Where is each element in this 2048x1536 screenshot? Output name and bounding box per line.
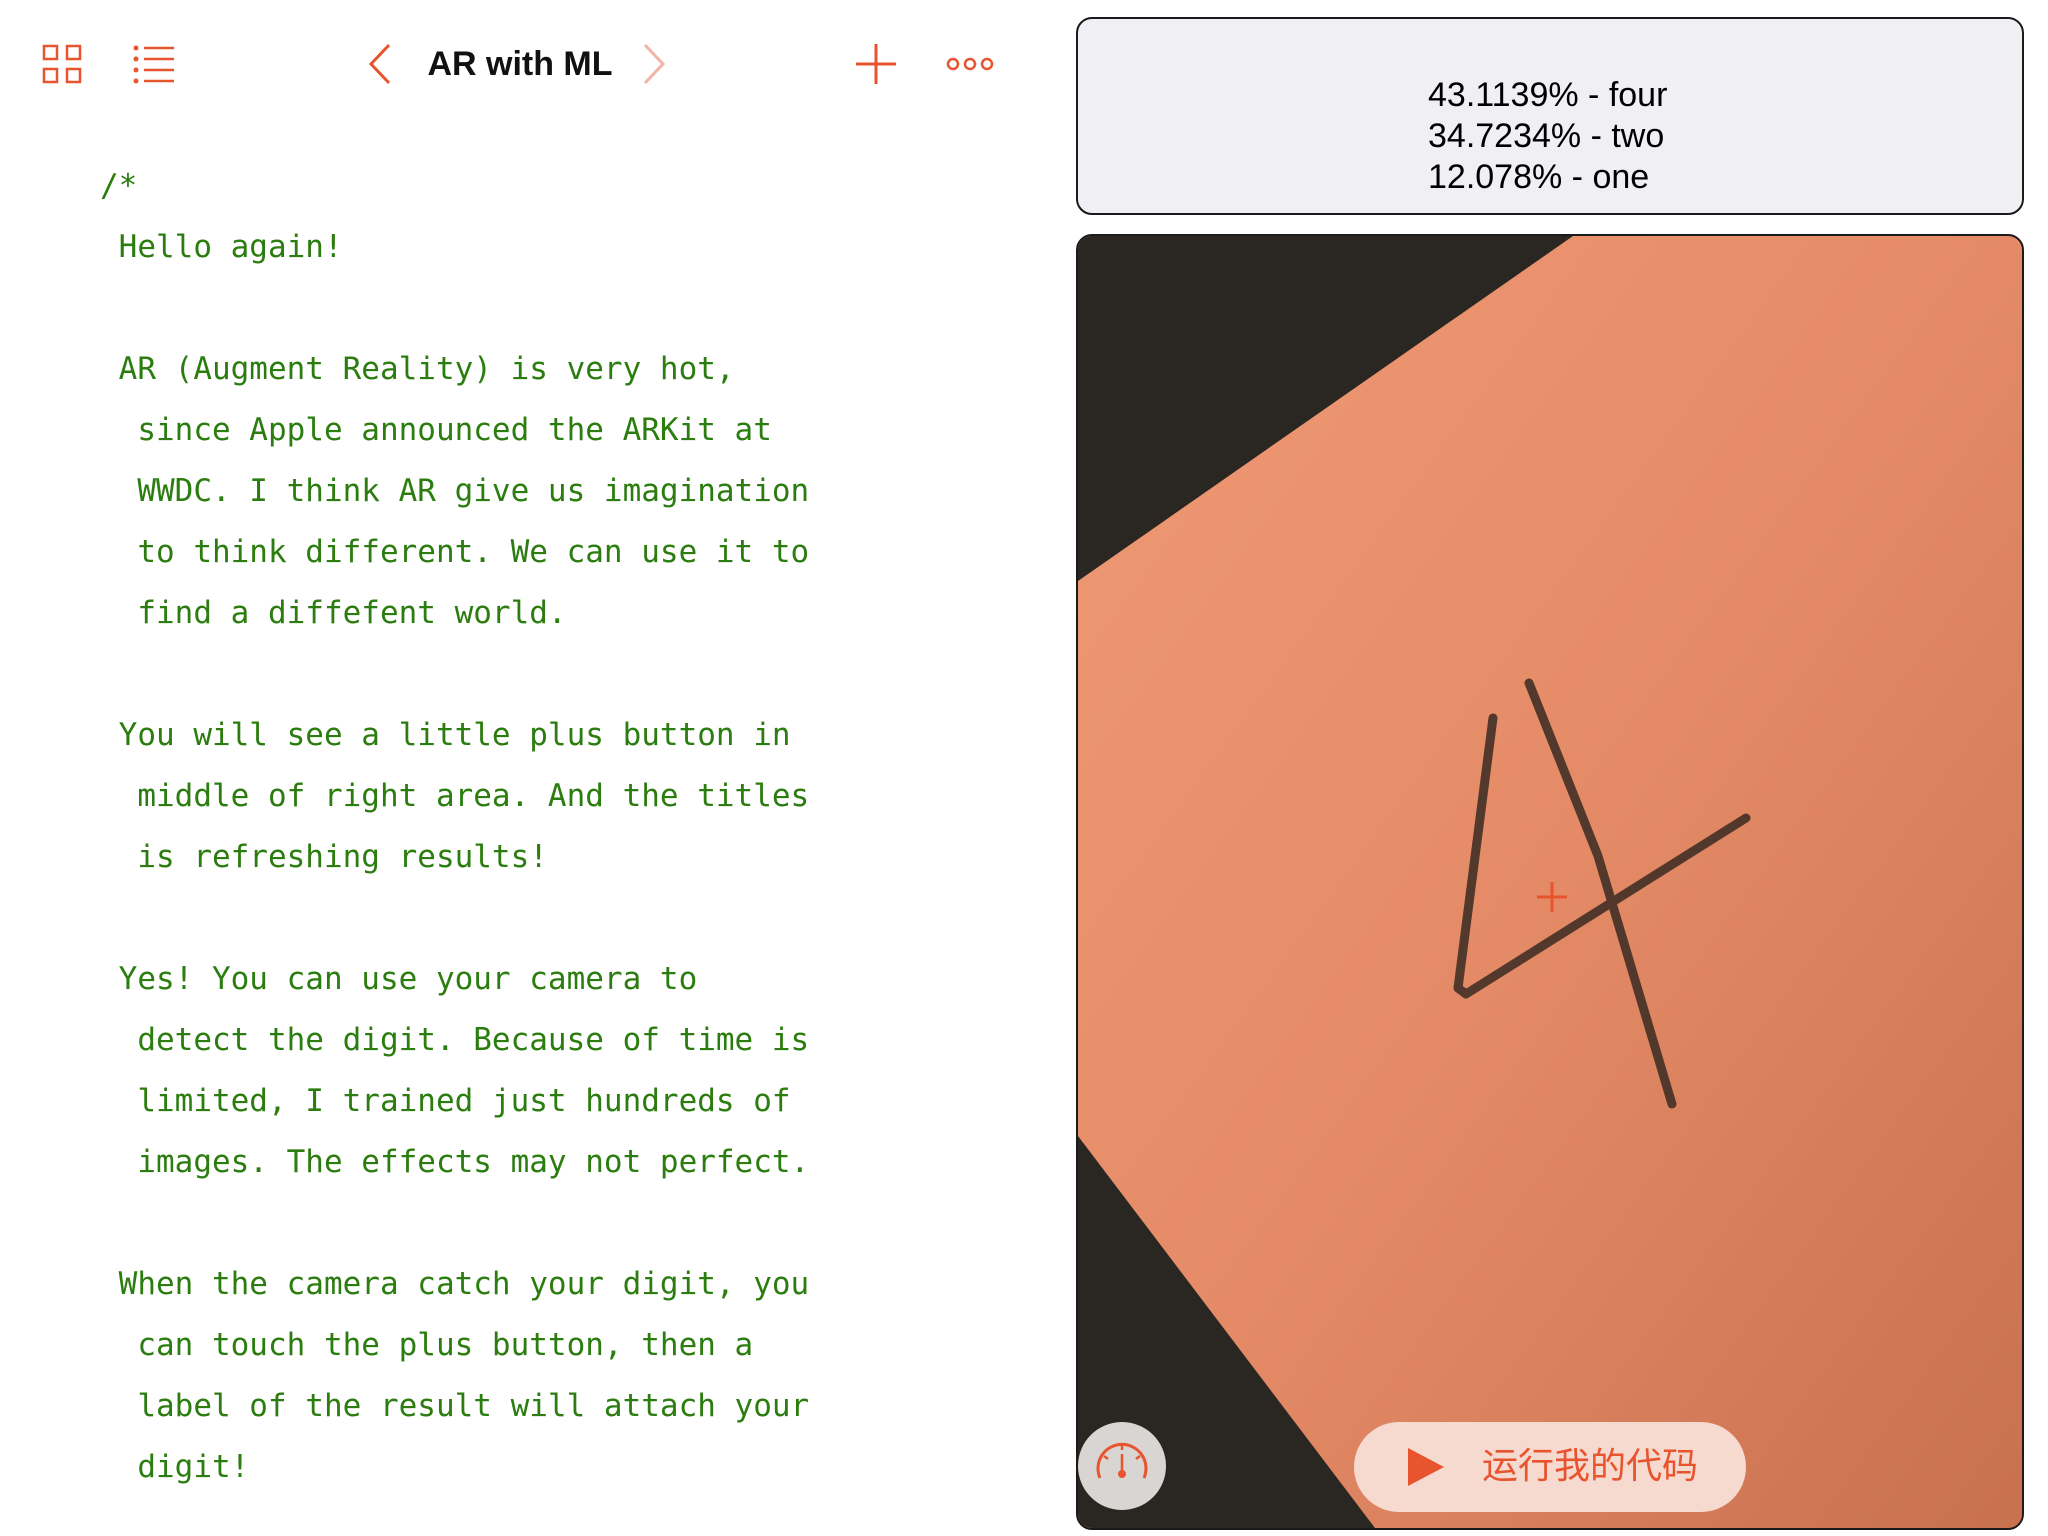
- code-line: since Apple announced the ARKit at: [100, 412, 772, 448]
- code-line: When the camera catch your digit, you: [100, 1266, 810, 1302]
- code-line: find a diffefent world.: [100, 595, 567, 631]
- code-line: label of the result will attach your: [100, 1388, 810, 1424]
- more-icon[interactable]: [942, 40, 998, 88]
- code-line: can touch the plus button, then a: [100, 1327, 754, 1363]
- plus-icon[interactable]: [852, 40, 900, 88]
- grid-icon[interactable]: [38, 40, 86, 88]
- code-line: Yes! You can use your camera to: [100, 961, 698, 997]
- code-line: /*: [100, 168, 138, 204]
- code-line: Hello again!: [100, 229, 343, 265]
- prediction-line: 12.078% - one: [1428, 158, 1650, 196]
- speedometer-icon[interactable]: [1078, 1422, 1166, 1510]
- page-title: AR with ML: [427, 45, 613, 83]
- code-line: detect the digit. Because of time is: [100, 1022, 810, 1058]
- code-line: digit!: [100, 1449, 250, 1485]
- code-line: is refreshing results!: [100, 839, 548, 875]
- run-code-label: 运行我的代码: [1482, 1445, 1699, 1486]
- prediction-line: 34.7234% - two: [1428, 117, 1665, 155]
- list-icon[interactable]: [130, 40, 178, 88]
- code-line: to think different. We can use it to: [100, 534, 810, 570]
- prediction-results: 43.1139% - four 34.7234% - two 12.078% -…: [1076, 17, 2024, 215]
- code-line: images. The effects may not perfect.: [100, 1144, 810, 1180]
- chevron-right-icon[interactable]: [636, 40, 672, 88]
- editor-toolbar: AR with ML: [0, 0, 1060, 130]
- code-editor[interactable]: /* Hello again! AR (Augment Reality) is …: [0, 160, 1060, 1536]
- camera-view[interactable]: 运行我的代码: [1076, 234, 2024, 1530]
- code-line: limited, I trained just hundreds of: [100, 1083, 791, 1119]
- code-line: WWDC. I think AR give us imagination: [100, 473, 810, 509]
- code-line: You will see a little plus button in: [100, 717, 791, 753]
- camera-feed: [1078, 236, 2022, 1528]
- code-line: AR (Augment Reality) is very hot,: [100, 351, 735, 387]
- code-line: middle of right area. And the titles: [100, 778, 810, 814]
- prediction-line: 43.1139% - four: [1428, 76, 1668, 114]
- play-icon: [1408, 1448, 1444, 1486]
- run-code-button[interactable]: 运行我的代码: [1354, 1422, 1746, 1512]
- chevron-left-icon[interactable]: [362, 40, 398, 88]
